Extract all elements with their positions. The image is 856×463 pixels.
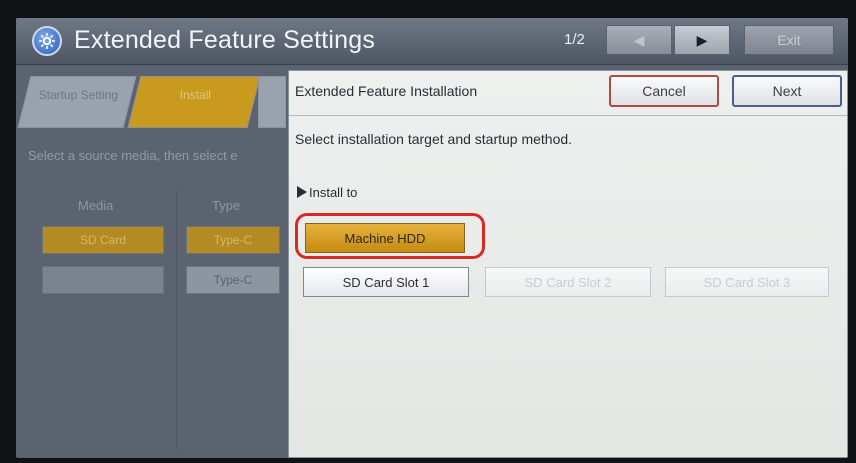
type-cell[interactable]: Type-C (186, 266, 280, 294)
page-title: Extended Feature Settings (74, 26, 376, 54)
column-divider (176, 190, 177, 450)
next-page-button[interactable]: ▶ (674, 25, 730, 55)
dialog-instruction: Select installation target and startup m… (295, 131, 573, 147)
dialog-header: Extended Feature Installation Cancel Nex… (289, 71, 847, 116)
tab-label: Startup Setting (38, 88, 119, 102)
type-cell[interactable]: Type-C (186, 226, 280, 254)
app-gear-icon (32, 26, 62, 56)
cancel-button[interactable]: Cancel (609, 75, 719, 107)
tab-startup-setting[interactable]: Startup Setting (17, 76, 137, 128)
media-empty-cell[interactable] (42, 266, 164, 294)
dialog-title: Extended Feature Installation (295, 83, 478, 99)
column-header-media: Media (78, 198, 114, 213)
title-bar: Extended Feature Settings 1/2 ◀ ▶ Exit (16, 18, 848, 65)
machine-hdd-button[interactable]: Machine HDD (305, 223, 465, 253)
install-to-text: Install to (309, 185, 358, 200)
install-to-label: Install to (297, 185, 357, 200)
tab-install[interactable]: Install (127, 76, 261, 128)
sd-card-slot-1-button[interactable]: SD Card Slot 1 (303, 267, 469, 297)
source-instruction: Select a source media, then select e (28, 148, 238, 163)
screen: Extended Feature Settings 1/2 ◀ ▶ Exit S… (16, 18, 848, 458)
triangle-right-icon: ▶ (696, 31, 708, 48)
sd-card-slot-2-button[interactable]: SD Card Slot 2 (485, 267, 651, 297)
triangle-right-icon (297, 186, 307, 198)
tab-partial[interactable] (258, 76, 286, 128)
column-header-type: Type (212, 198, 241, 213)
tab-label: Install (179, 88, 212, 102)
install-dialog: Extended Feature Installation Cancel Nex… (288, 70, 848, 458)
sd-card-slot-3-button[interactable]: SD Card Slot 3 (665, 267, 829, 297)
triangle-left-icon: ◀ (633, 31, 645, 48)
media-sd-card-cell[interactable]: SD Card (42, 226, 164, 254)
next-button[interactable]: Next (732, 75, 842, 107)
previous-page-button[interactable]: ◀ (606, 25, 672, 55)
exit-button[interactable]: Exit (744, 25, 834, 55)
page-indicator: 1/2 (564, 31, 585, 48)
